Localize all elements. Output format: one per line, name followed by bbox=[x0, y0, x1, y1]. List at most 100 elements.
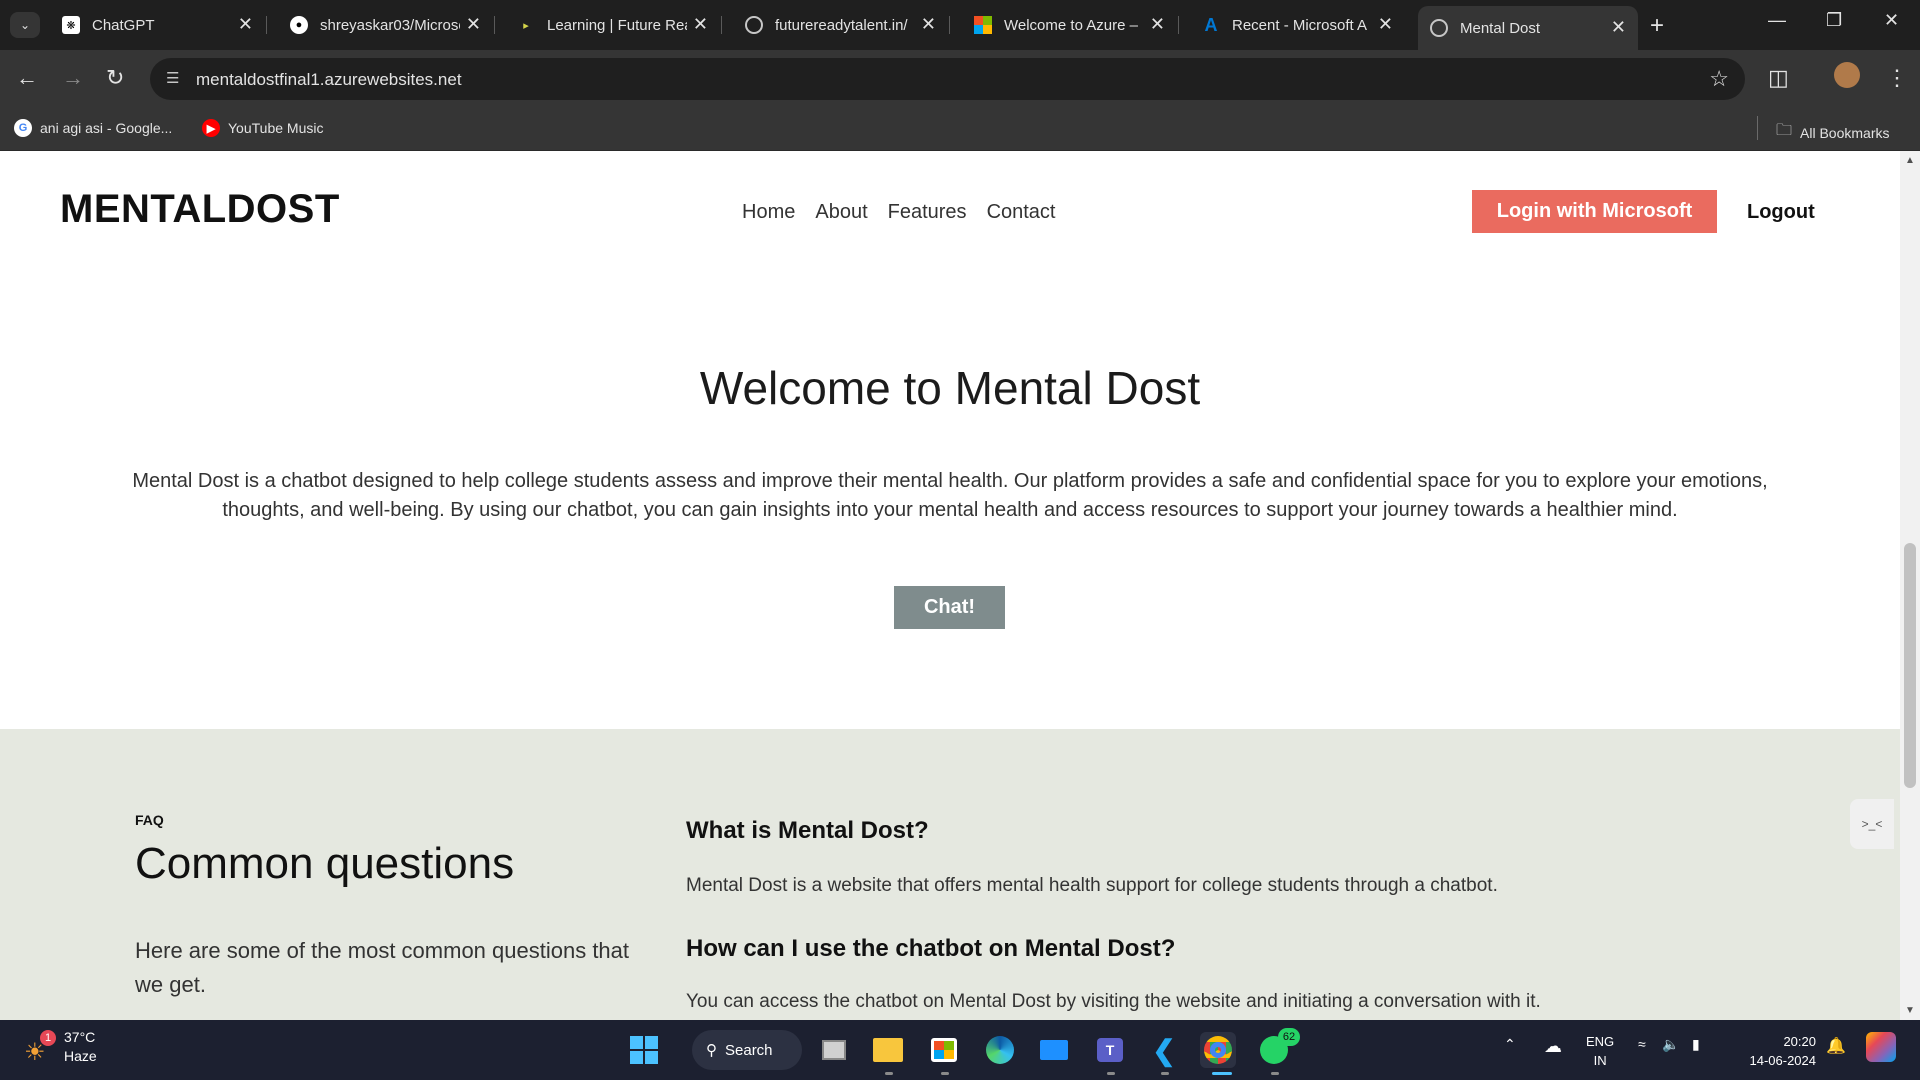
wifi-icon[interactable]: ≈ bbox=[1638, 1036, 1646, 1052]
close-icon[interactable]: ✕ bbox=[466, 14, 481, 35]
globe-icon bbox=[745, 16, 763, 34]
search-icon: ⚲ bbox=[706, 1042, 717, 1059]
bookmark-star-icon[interactable]: ☆ bbox=[1709, 66, 1729, 92]
vscode-icon[interactable]: ❮ bbox=[1146, 1032, 1182, 1068]
tab-welcome-azure[interactable]: Welcome to Azure – ✕ bbox=[962, 8, 1179, 42]
close-icon[interactable]: ✕ bbox=[238, 14, 253, 35]
extensions-icon[interactable]: ◫ bbox=[1768, 65, 1789, 91]
scrollbar-thumb[interactable] bbox=[1904, 543, 1916, 788]
hero-title: Welcome to Mental Dost bbox=[699, 362, 1201, 414]
globe-icon bbox=[1430, 19, 1448, 37]
tab-separator bbox=[721, 16, 722, 34]
azure-icon: A bbox=[1204, 14, 1218, 35]
tab-title: Mental Dost bbox=[1460, 19, 1541, 37]
chevron-up-icon[interactable]: ⌃ bbox=[1504, 1036, 1516, 1053]
chrome-icon[interactable] bbox=[1200, 1032, 1236, 1068]
bookmark-google[interactable]: G ani agi asi - Google... bbox=[14, 119, 172, 137]
restore-icon[interactable]: ❐ bbox=[1826, 10, 1842, 31]
tab-learning[interactable]: ▸ Learning | Future Ready ✕ bbox=[505, 8, 722, 42]
teams-icon[interactable]: T bbox=[1092, 1032, 1128, 1068]
nav-features[interactable]: Features bbox=[888, 201, 967, 224]
profile-avatar[interactable] bbox=[1834, 62, 1860, 88]
all-bookmarks-label: All Bookmarks bbox=[1800, 124, 1890, 141]
tab-futurereadytalent[interactable]: futurereadytalent.in/ ✕ bbox=[733, 8, 950, 42]
menu-kebab-icon[interactable]: ⋮ bbox=[1886, 65, 1908, 91]
nav-contact[interactable]: Contact bbox=[987, 201, 1056, 224]
address-bar[interactable]: ☰ mentaldostfinal1.azurewebsites.net ☆ bbox=[150, 58, 1745, 100]
running-indicator bbox=[1107, 1072, 1115, 1075]
whatsapp-badge: 62 bbox=[1278, 1028, 1300, 1046]
close-icon[interactable]: ✕ bbox=[921, 14, 936, 35]
whatsapp-icon[interactable]: 62 bbox=[1256, 1028, 1300, 1068]
nav-about[interactable]: About bbox=[815, 201, 867, 224]
weather-widget[interactable]: ☀ 1 37°C Haze bbox=[22, 1028, 97, 1066]
taskbar-search[interactable]: ⚲ Search bbox=[692, 1030, 802, 1070]
tab-separator bbox=[949, 16, 950, 34]
back-arrow-icon[interactable]: ← bbox=[16, 65, 38, 91]
url-text[interactable]: mentaldostfinal1.azurewebsites.net bbox=[196, 70, 462, 90]
forward-arrow-icon[interactable]: → bbox=[62, 65, 84, 91]
faq-tag: FAQ bbox=[135, 812, 164, 828]
close-icon[interactable]: ✕ bbox=[1611, 17, 1626, 38]
page-scrollbar[interactable]: ▲ ▼ bbox=[1900, 151, 1920, 1020]
chatgpt-icon: ❋ bbox=[62, 16, 80, 34]
scroll-up-icon[interactable]: ▲ bbox=[1905, 155, 1915, 166]
running-indicator bbox=[885, 1072, 893, 1075]
login-with-microsoft-button[interactable]: Login with Microsoft bbox=[1472, 190, 1717, 233]
clock[interactable]: 20:20 14-06-2024 bbox=[1738, 1032, 1817, 1070]
hero-description: Mental Dost is a chatbot designed to hel… bbox=[132, 470, 1768, 521]
tab-recent-azure[interactable]: A Recent - Microsoft A ✕ bbox=[1190, 8, 1405, 42]
search-label: Search bbox=[725, 1041, 773, 1059]
edge-icon[interactable] bbox=[982, 1032, 1018, 1068]
bookmark-label: ani agi asi - Google... bbox=[40, 120, 173, 136]
task-view-icon[interactable] bbox=[816, 1032, 852, 1068]
logout-link[interactable]: Logout bbox=[1747, 201, 1815, 224]
battery-icon[interactable]: ▮ bbox=[1692, 1036, 1700, 1053]
mail-icon[interactable] bbox=[1036, 1032, 1072, 1068]
notification-bell-icon[interactable]: 🔔 bbox=[1826, 1036, 1846, 1056]
volume-icon[interactable]: 🔈 bbox=[1662, 1036, 1679, 1053]
faq-answer: You can access the chatbot on Mental Dos… bbox=[686, 991, 1541, 1012]
chat-widget-tab[interactable]: >_< bbox=[1850, 799, 1894, 849]
site-nav: Home About Features Contact bbox=[742, 201, 1056, 224]
faq-question: How can I use the chatbot on Mental Dost… bbox=[686, 935, 1176, 962]
tab-chatgpt[interactable]: ❋ ChatGPT ✕ bbox=[50, 8, 267, 42]
close-icon[interactable]: ✕ bbox=[1378, 14, 1393, 35]
notification-badge: 1 bbox=[40, 1030, 56, 1046]
site-logo[interactable]: MENTALDOST bbox=[60, 187, 340, 232]
microsoft-store-icon[interactable] bbox=[926, 1032, 962, 1068]
windows-taskbar: ☀ 1 37°C Haze ⚲ Search T ❮ 62 ⌃ ☁ ENG IN… bbox=[0, 1020, 1920, 1080]
running-indicator bbox=[1271, 1072, 1279, 1075]
close-icon[interactable]: ✕ bbox=[693, 14, 708, 35]
tab-title: Learning | Future Ready bbox=[547, 16, 687, 34]
site-info-icon[interactable]: ☰ bbox=[166, 69, 179, 87]
language-indicator[interactable]: ENG IN bbox=[1586, 1032, 1614, 1070]
nav-home[interactable]: Home bbox=[742, 201, 795, 224]
faq-answer: Mental Dost is a website that offers men… bbox=[686, 875, 1498, 896]
browser-toolbar: ← → ↻ ☰ mentaldostfinal1.azurewebsites.n… bbox=[0, 50, 1920, 108]
tab-search-button[interactable]: ⌄ bbox=[10, 12, 40, 38]
copilot-icon[interactable] bbox=[1866, 1032, 1896, 1062]
scroll-down-icon[interactable]: ▼ bbox=[1905, 1005, 1915, 1016]
page-viewport: MENTALDOST Home About Features Contact L… bbox=[0, 151, 1920, 1020]
tab-title: Recent - Microsoft A bbox=[1232, 16, 1367, 34]
chat-button[interactable]: Chat! bbox=[894, 586, 1005, 629]
bookmark-label: YouTube Music bbox=[228, 120, 324, 136]
github-icon: ● bbox=[290, 16, 308, 34]
close-window-icon[interactable]: ✕ bbox=[1884, 10, 1899, 31]
new-tab-button[interactable]: + bbox=[1650, 12, 1664, 40]
learning-icon: ▸ bbox=[523, 19, 529, 32]
bookmark-youtube-music[interactable]: ▶ YouTube Music bbox=[202, 119, 323, 137]
tab-separator bbox=[266, 16, 267, 34]
close-icon[interactable]: ✕ bbox=[1150, 14, 1165, 35]
tab-mental-dost[interactable]: Mental Dost ✕ bbox=[1418, 6, 1638, 50]
file-explorer-icon[interactable] bbox=[870, 1032, 906, 1068]
windows-start-icon[interactable] bbox=[626, 1032, 662, 1068]
reload-icon[interactable]: ↻ bbox=[106, 65, 124, 91]
bookmarks-bar: G ani agi asi - Google... ▶ YouTube Musi… bbox=[0, 108, 1920, 151]
all-bookmarks-button[interactable]: 🗀 All Bookmarks bbox=[1776, 119, 1889, 146]
region-code: IN bbox=[1593, 1053, 1607, 1068]
minimize-icon[interactable]: — bbox=[1768, 10, 1786, 31]
onedrive-cloud-icon[interactable]: ☁ bbox=[1544, 1036, 1562, 1057]
tab-github[interactable]: ● shreyaskar03/Microsoft ✕ bbox=[278, 8, 495, 42]
